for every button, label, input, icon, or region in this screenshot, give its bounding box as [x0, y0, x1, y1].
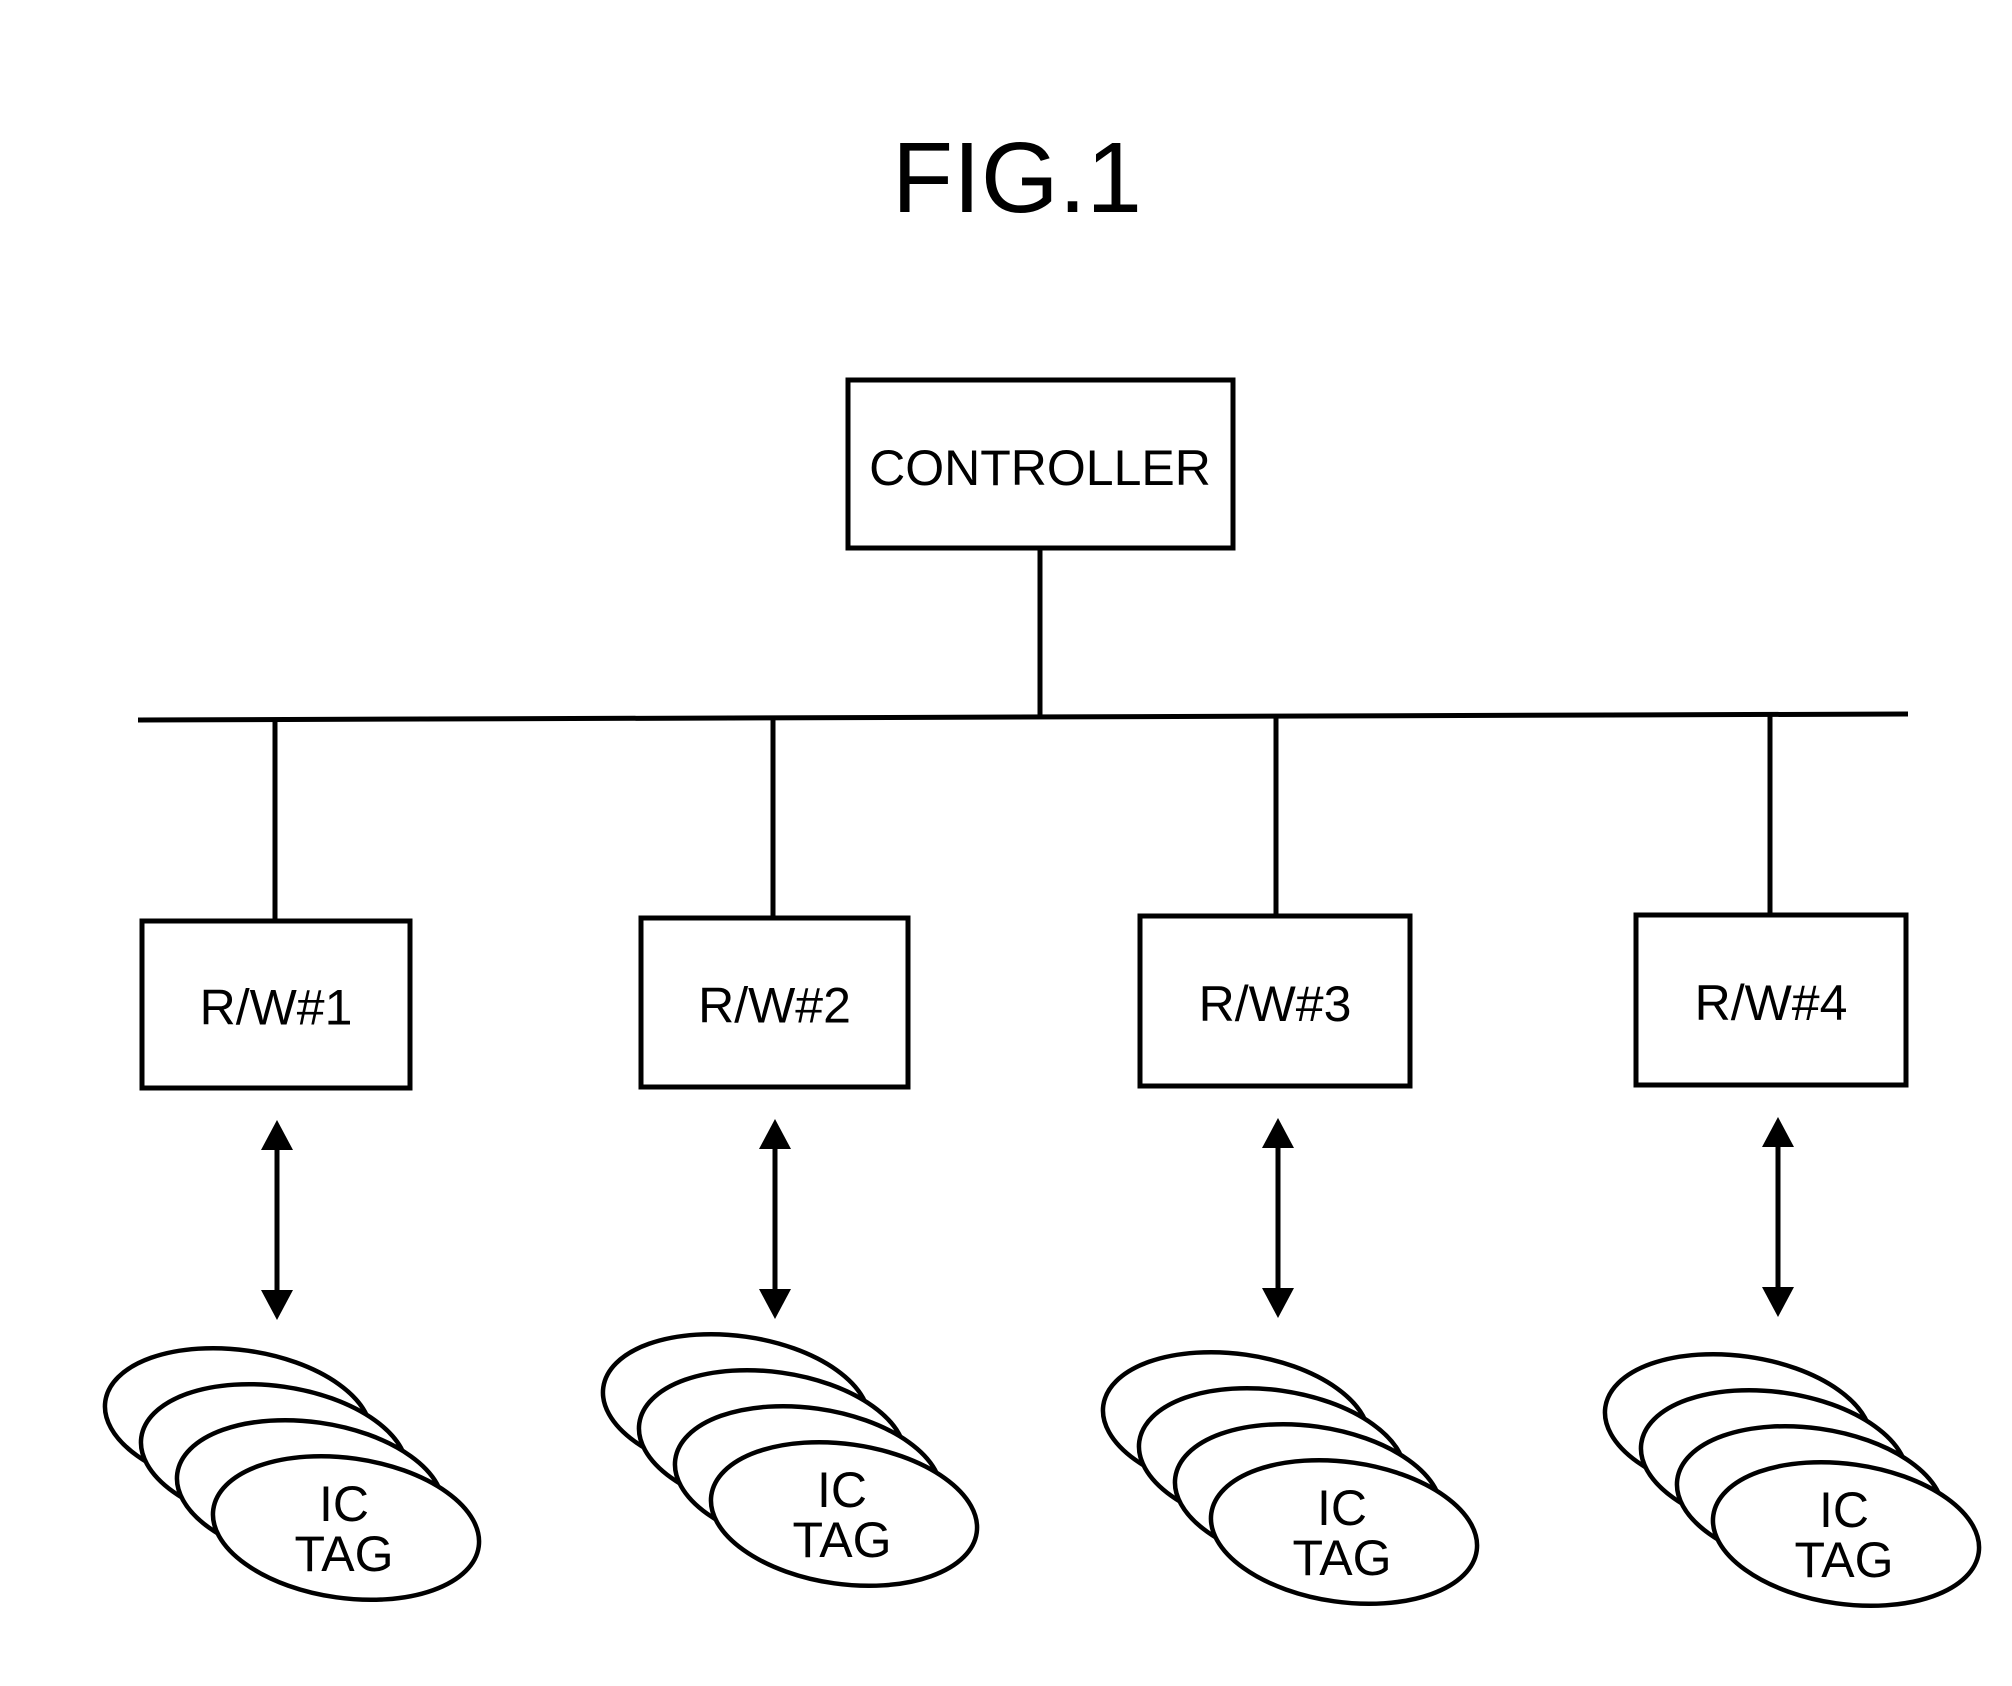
ic-tag-label-line2: TAG	[1794, 1532, 1893, 1588]
figure-title: FIG.1	[892, 122, 1142, 234]
ic-tag-label-line2: TAG	[792, 1512, 891, 1568]
ic-tag-label-line1: IC	[1317, 1480, 1367, 1536]
reader-label: R/W#3	[1199, 976, 1352, 1032]
ic-tag-stack: ICTAG	[600, 1331, 980, 1589]
ic-tag-stack: ICTAG	[102, 1345, 482, 1603]
reader-label: R/W#2	[698, 978, 851, 1034]
ic-tag-label-line1: IC	[1819, 1482, 1869, 1538]
reader-column-3: R/W#3 ICTAG	[1100, 717, 1480, 1607]
ic-tag-label-line1: IC	[817, 1462, 867, 1518]
arrowhead-down-icon	[1762, 1287, 1794, 1317]
ic-tag-label-line2: TAG	[294, 1526, 393, 1582]
arrowhead-up-icon	[261, 1120, 293, 1150]
reader-column-4: R/W#4 ICTAG	[1602, 715, 1982, 1609]
reader-column-2: R/W#2 ICTAG	[600, 719, 980, 1589]
reader-label: R/W#4	[1695, 975, 1848, 1031]
ic-tag-label-line2: TAG	[1292, 1530, 1391, 1586]
controller-label: CONTROLLER	[869, 440, 1211, 496]
arrowhead-up-icon	[1262, 1118, 1294, 1148]
arrowhead-up-icon	[1762, 1117, 1794, 1147]
arrowhead-down-icon	[759, 1289, 791, 1319]
rfid-system-diagram: FIG.1 CONTROLLER R/W#1ICTAGR/W#2ICTAGR/W…	[102, 122, 1982, 1609]
arrowhead-up-icon	[759, 1119, 791, 1149]
arrowhead-down-icon	[1262, 1288, 1294, 1318]
ic-tag-stack: ICTAG	[1100, 1349, 1480, 1607]
reader-columns: R/W#1ICTAGR/W#2ICTAGR/W#3ICTAGR/W#4ICTAG	[102, 715, 1982, 1609]
ic-tag-label-line1: IC	[319, 1476, 369, 1532]
ic-tag-stack: ICTAG	[1602, 1351, 1982, 1609]
arrowhead-down-icon	[261, 1290, 293, 1320]
controller-node: CONTROLLER	[845, 377, 1236, 551]
reader-label: R/W#1	[200, 980, 353, 1036]
bus-line	[137, 711, 1909, 723]
reader-column-1: R/W#1 ICTAG	[102, 720, 482, 1603]
